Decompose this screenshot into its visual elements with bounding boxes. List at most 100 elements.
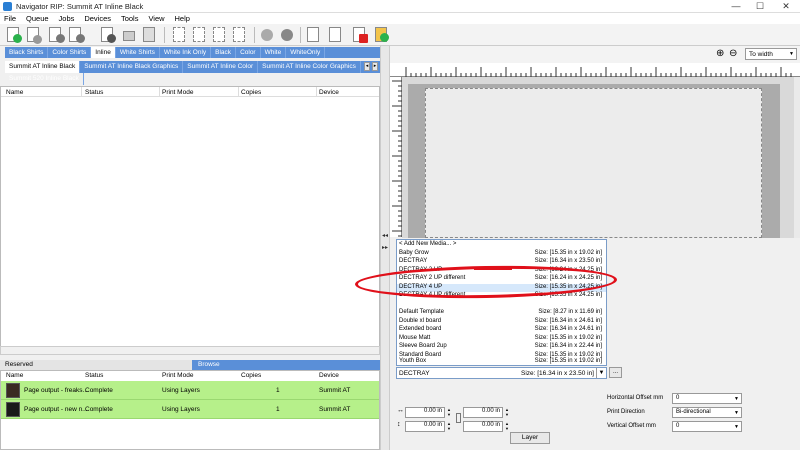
tab-whiteonly[interactable]: WhiteOnly [286,47,326,58]
column-header-device[interactable]: Device [319,89,339,96]
tab-color[interactable]: Color [236,47,261,58]
media-select[interactable]: DECTRAY Size: [16.34 in x 23.50 in] ▼ [396,367,607,379]
list-item[interactable]: Default Template Size: [8.27 in x 11.69 i… [397,309,606,317]
column-header-status[interactable]: Status [85,89,103,96]
delete-job-button[interactable] [350,26,368,44]
column-header-status[interactable]: Status [85,372,103,379]
tab-color-shirts[interactable]: Color Shirts [48,47,92,58]
job-info-button[interactable] [326,26,344,44]
list-item[interactable]: Mouse Matt Size: [15.35 in x 19.02 in] [397,335,606,343]
minimize-button[interactable]: — [724,0,748,13]
zoom-out-icon[interactable]: ⊖ [729,48,737,59]
tab-inline[interactable]: Inline [91,47,116,58]
menu-devices[interactable]: Devices [80,13,115,23]
tab-white-ink-only[interactable]: White Ink Only [160,47,212,58]
column-header-name[interactable]: Name [6,89,23,96]
horizontal-offset-value: 0 [676,395,680,401]
color-tools-button[interactable] [372,26,390,44]
job-thumbnail [6,383,20,398]
layout-icon [173,27,185,42]
print-button[interactable] [120,26,138,44]
menu-help[interactable]: Help [171,13,194,23]
job-copies: 1 [276,406,280,413]
size-h-field[interactable]: 0.00 in [463,421,503,432]
offset-x-stepper[interactable]: ▲ ▼ [445,407,453,418]
zoom-in-icon[interactable]: ⊕ [716,48,724,59]
collapse-left-icon[interactable]: ◂◂ [382,232,388,239]
menu-jobs[interactable]: Jobs [55,13,79,23]
open-job-button[interactable] [24,26,42,44]
column-header-name[interactable]: Name [6,372,23,379]
size-h-stepper[interactable]: ▲ ▼ [503,421,511,432]
job-action-button-1[interactable] [46,26,65,44]
media-dropdown-list[interactable]: < Add New Media... > Baby Grow Size: [15.… [396,239,607,366]
tab-scroll-left-button[interactable]: ◂ [364,62,370,71]
menu-tools[interactable]: Tools [117,13,143,23]
table-row[interactable]: Page output - new n... Complete Using La… [1,400,379,419]
tab-summit-at-inline-color-graphics[interactable]: Summit AT Inline Color Graphics [258,61,361,73]
tab-white[interactable]: White [261,47,287,58]
list-item[interactable]: Baby Grow Size: [15.35 in x 19.02 in] [397,250,606,258]
column-header-copies[interactable]: Copies [241,89,261,96]
zoom-button[interactable] [258,26,276,44]
list-item[interactable]: Double xl board Size: [16.34 in x 24.61 i… [397,318,606,326]
vertical-offset-select[interactable]: 0 ▼ [672,421,742,432]
pane-splitter[interactable]: ◂◂ ▸▸ [380,46,390,450]
tab-black-shirts[interactable]: Black Shirts [5,47,49,58]
media-more-button[interactable]: ... [609,367,622,378]
list-item[interactable]: Sleeve Board 2up Size: [16.34 in x 22.44 … [397,343,606,351]
column-header-print-mode[interactable]: Print Mode [162,89,193,96]
offset-x-field[interactable]: 0.00 in [405,407,445,418]
zoom-value: To width [749,51,773,58]
print-direction-select[interactable]: Bi-directional ▼ [672,407,742,418]
tab-summit-at-inline-color[interactable]: Summit AT Inline Color [183,61,259,73]
column-header-device[interactable]: Device [319,372,339,379]
zoom-select[interactable]: To width ▼ [745,48,797,60]
new-job-button[interactable] [4,26,22,44]
layout-button-2[interactable] [190,26,208,44]
chevron-down-icon[interactable]: ▼ [596,368,606,378]
link-icon[interactable] [456,413,461,423]
tab-summit-520-inline-black[interactable]: Summit 520 Inline Black [5,73,84,85]
offset-y-stepper[interactable]: ▲ ▼ [445,421,453,432]
list-item[interactable]: < Add New Media... > [397,241,606,249]
tab-scroll-right-button[interactable]: ▸ [372,62,378,71]
preview-button[interactable] [140,26,158,44]
tab-summit-at-inline-black-graphics[interactable]: Summit AT Inline Black Graphics [80,61,184,73]
column-header-print-mode[interactable]: Print Mode [162,372,193,379]
vertical-offset-label: Vertical Offset mm [607,423,656,429]
layout-button-3[interactable] [210,26,228,44]
browse-tab[interactable]: Browse [192,360,380,370]
layout-button-4[interactable] [230,26,248,44]
size-w-field[interactable]: 0.00 in [463,407,503,418]
vertical-scrollbar[interactable] [794,77,800,238]
maximize-button[interactable]: ☐ [748,0,772,13]
reserved-grid[interactable]: Name Status Print Mode Copies Device Pag… [0,370,380,450]
expand-right-icon[interactable]: ▸▸ [382,244,388,251]
layer-button[interactable]: Layer [510,432,550,444]
menu-file[interactable]: File [0,13,20,23]
job-settings-button[interactable] [304,26,322,44]
job-action-button-2[interactable] [66,26,85,44]
list-item[interactable]: Youth Box Size: [15.35 in x 19.02 in] [397,358,606,366]
layout-button-1[interactable] [170,26,188,44]
menu-view[interactable]: View [144,13,168,23]
table-row[interactable]: Page output - freaks... Complete Using L… [1,381,379,400]
hold-job-button[interactable] [98,26,116,44]
tab-summit-at-inline-black[interactable]: Summit AT Inline Black [5,61,81,73]
offset-y-field[interactable]: 0.00 in [405,421,445,432]
close-button[interactable]: ✕ [774,0,798,13]
stop-button[interactable] [278,26,296,44]
list-item[interactable]: DECTRAY Size: [16.34 in x 23.50 in] [397,258,606,266]
list-item[interactable]: Extended board Size: [16.34 in x 24.61 in… [397,326,606,334]
job-queue-grid[interactable]: Name Status Print Mode Copies Device [0,86,380,354]
size-w-stepper[interactable]: ▲ ▼ [503,407,511,418]
tab-black[interactable]: Black [211,47,237,58]
column-header-copies[interactable]: Copies [241,372,261,379]
menu-queue[interactable]: Queue [22,13,53,23]
horizontal-scrollbar[interactable] [0,346,380,355]
list-item[interactable] [397,301,606,309]
queue-group-tabs: Black Shirts Color Shirts Inline White S… [5,47,380,58]
tab-white-shirts[interactable]: White Shirts [116,47,160,58]
horizontal-offset-select[interactable]: 0 ▼ [672,393,742,404]
